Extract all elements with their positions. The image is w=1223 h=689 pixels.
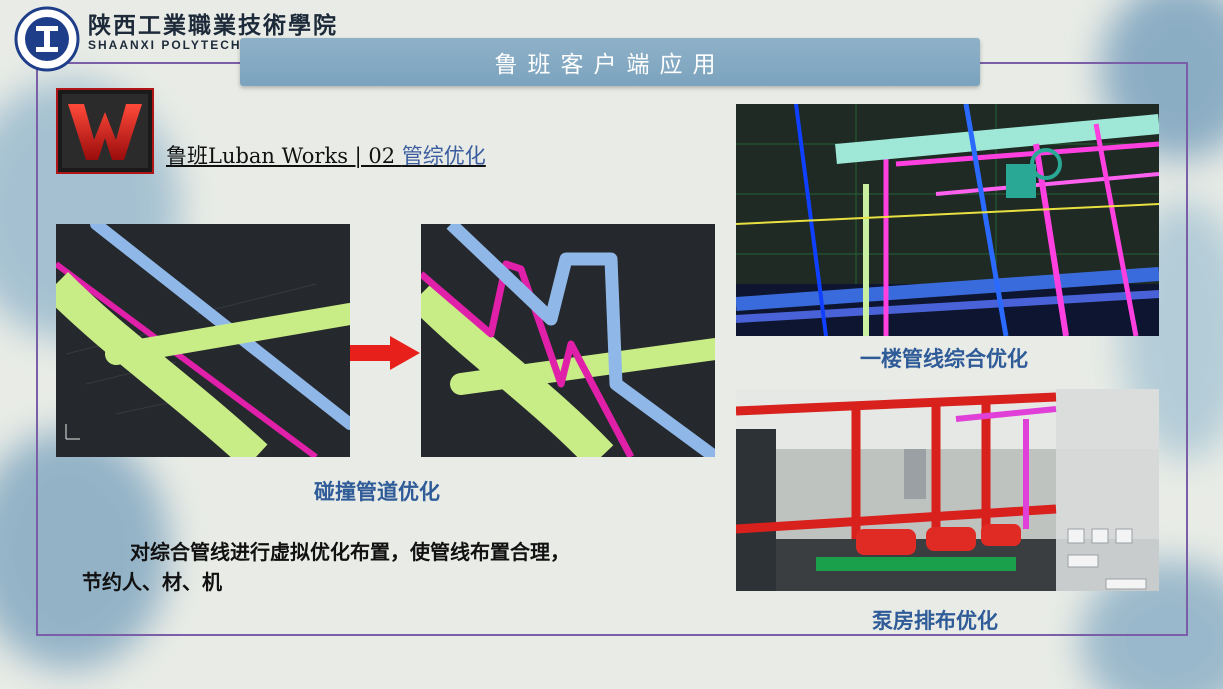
school-name-cn: 陕西工業職業技術學院 <box>88 12 338 39</box>
school-logo-icon <box>14 6 80 72</box>
description-text: 对综合管线进行虚拟优化布置，使管线布置合理， 节约人、材、机 <box>82 537 722 597</box>
section-title: 鲁班Luban Works | 02 管综优化 <box>166 140 486 170</box>
collision-before-image <box>56 224 350 457</box>
description-line-2: 节约人、材、机 <box>82 570 222 594</box>
collision-after-image <box>421 224 715 457</box>
pump-caption: 泵房排布优化 <box>872 609 998 633</box>
collision-caption: 碰撞管道优化 <box>314 480 440 504</box>
section-title-highlight: 管综优化 <box>401 144 486 168</box>
pump-room-image <box>736 389 1159 591</box>
floor1-pipeline-image <box>736 104 1159 336</box>
luban-works-app-icon <box>56 88 154 174</box>
floor1-caption: 一楼管线综合优化 <box>860 347 1028 371</box>
section-title-prefix: 鲁班Luban Works | 02 <box>166 144 402 168</box>
page-title: 鲁班客户端应用 <box>494 52 726 78</box>
right-arrow-icon <box>350 336 420 370</box>
description-line-1: 对综合管线进行虚拟优化布置，使管线布置合理， <box>130 540 570 564</box>
title-banner: 鲁班客户端应用 <box>240 38 980 86</box>
